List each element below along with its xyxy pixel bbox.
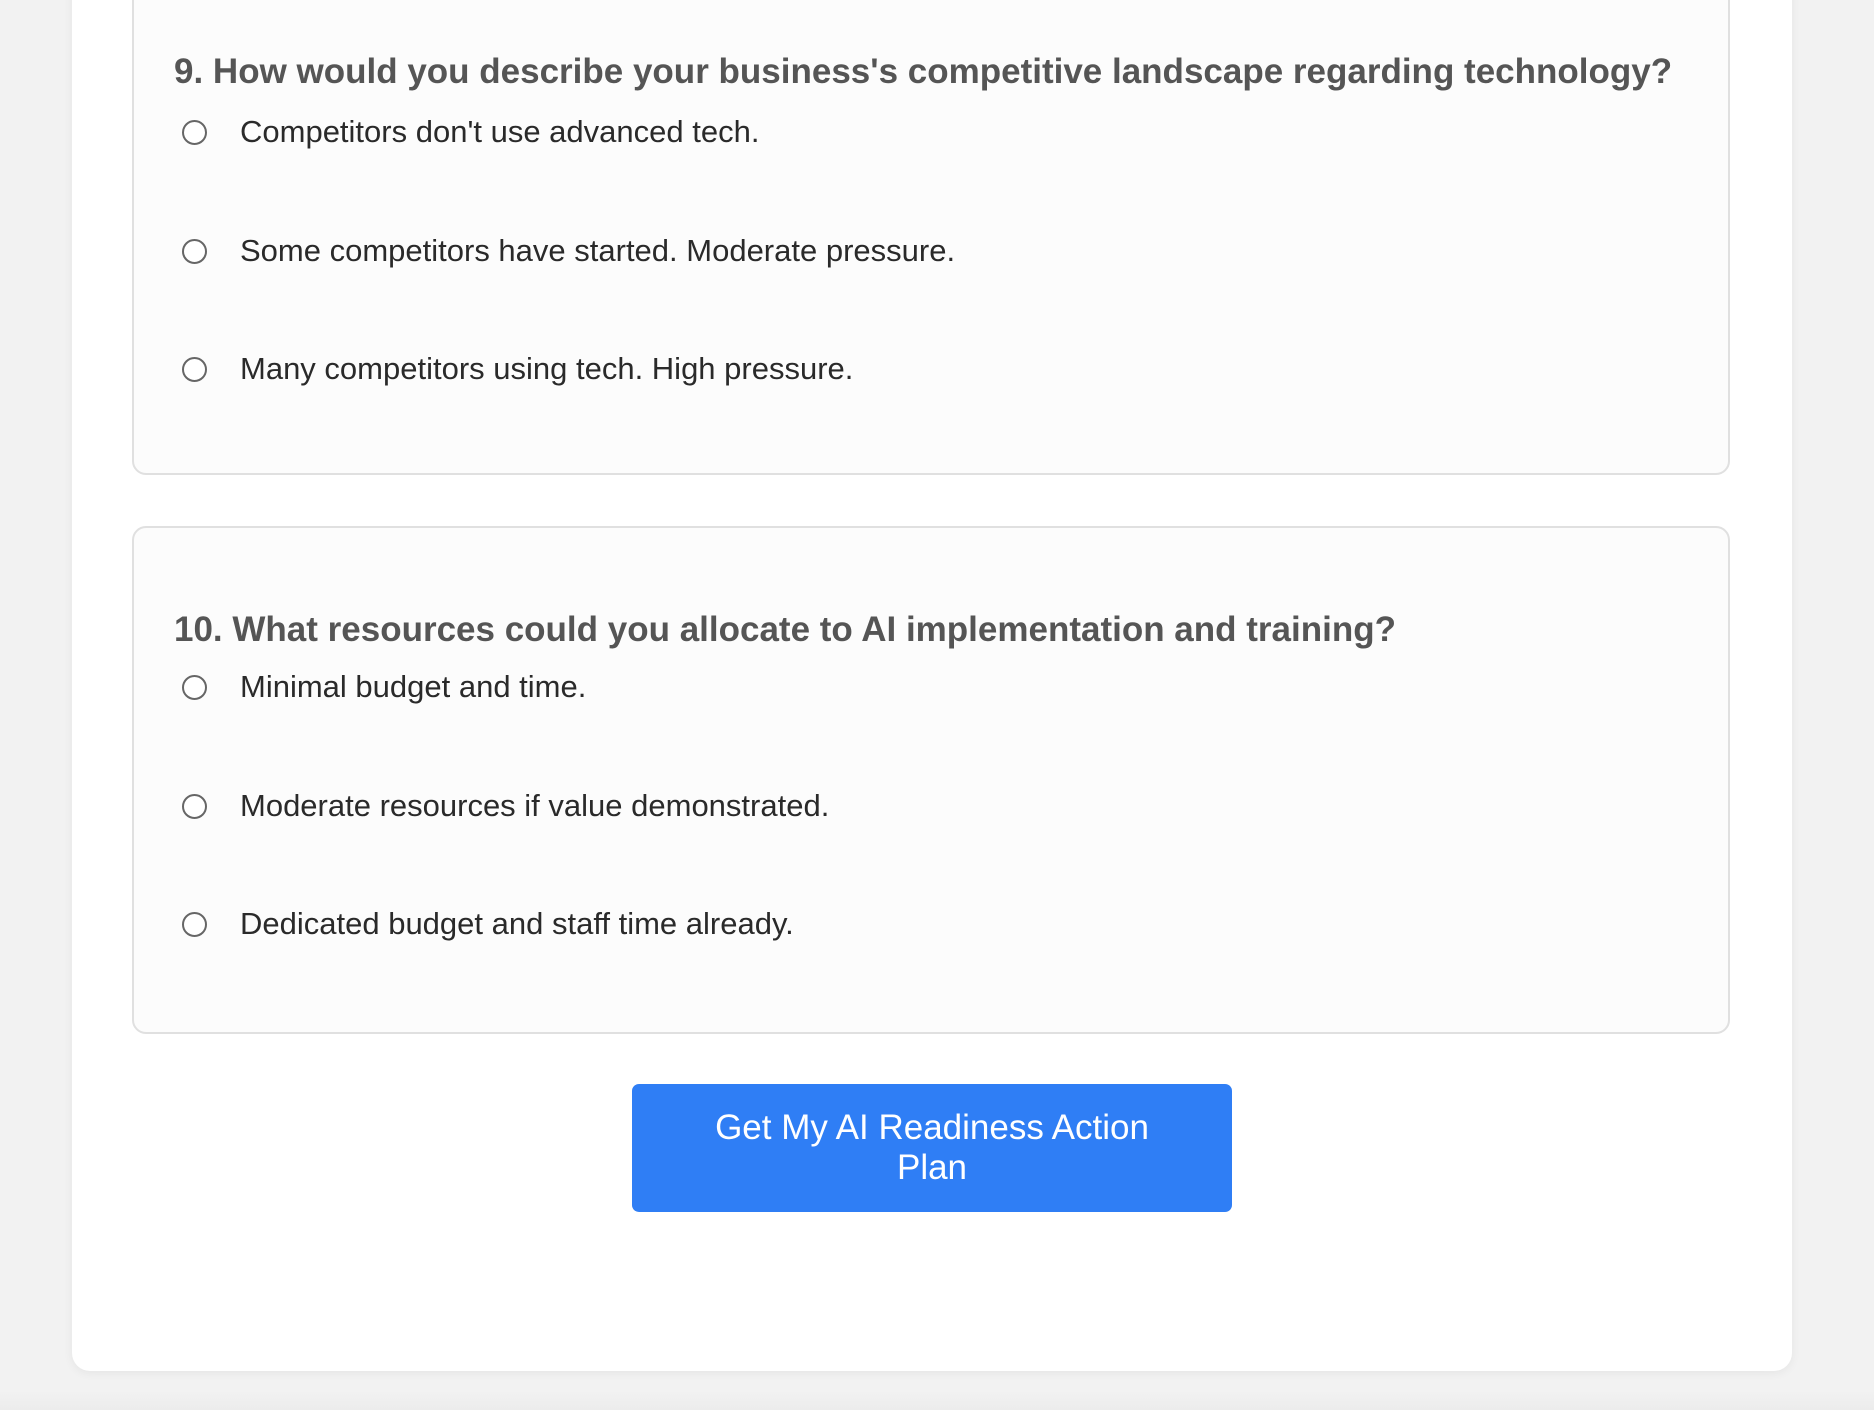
- option-label: Competitors don't use advanced tech.: [240, 114, 760, 149]
- quiz-card: 9. How would you describe your business'…: [72, 0, 1792, 1371]
- question-10-option-3[interactable]: Dedicated budget and staff time already.: [182, 899, 794, 949]
- radio-button[interactable]: [182, 356, 207, 382]
- radio-button[interactable]: [182, 793, 207, 819]
- question-10-option-2[interactable]: Moderate resources if value demonstrated…: [182, 781, 829, 831]
- question-10-option-1[interactable]: Minimal budget and time.: [182, 662, 586, 712]
- question-9-option-3[interactable]: Many competitors using tech. High pressu…: [182, 344, 853, 394]
- page-bottom-edge: [0, 1390, 1874, 1410]
- get-action-plan-button[interactable]: Get My AI Readiness Action Plan: [632, 1084, 1232, 1212]
- radio-button[interactable]: [182, 238, 207, 264]
- question-10-title: 10. What resources could you allocate to…: [174, 610, 1396, 649]
- radio-button[interactable]: [182, 911, 207, 937]
- question-9-option-2[interactable]: Some competitors have started. Moderate …: [182, 226, 955, 276]
- question-10-card: 10. What resources could you allocate to…: [132, 526, 1730, 1034]
- option-label: Minimal budget and time.: [240, 669, 587, 704]
- option-label: Dedicated budget and staff time already.: [240, 906, 794, 941]
- option-label: Many competitors using tech. High pressu…: [240, 351, 854, 386]
- question-9-card: 9. How would you describe your business'…: [132, 0, 1730, 475]
- option-label: Moderate resources if value demonstrated…: [240, 788, 830, 823]
- option-label: Some competitors have started. Moderate …: [240, 233, 956, 268]
- radio-button[interactable]: [182, 119, 207, 145]
- question-9-option-1[interactable]: Competitors don't use advanced tech.: [182, 107, 759, 157]
- question-9-title: 9. How would you describe your business'…: [174, 52, 1673, 91]
- radio-button[interactable]: [182, 674, 207, 700]
